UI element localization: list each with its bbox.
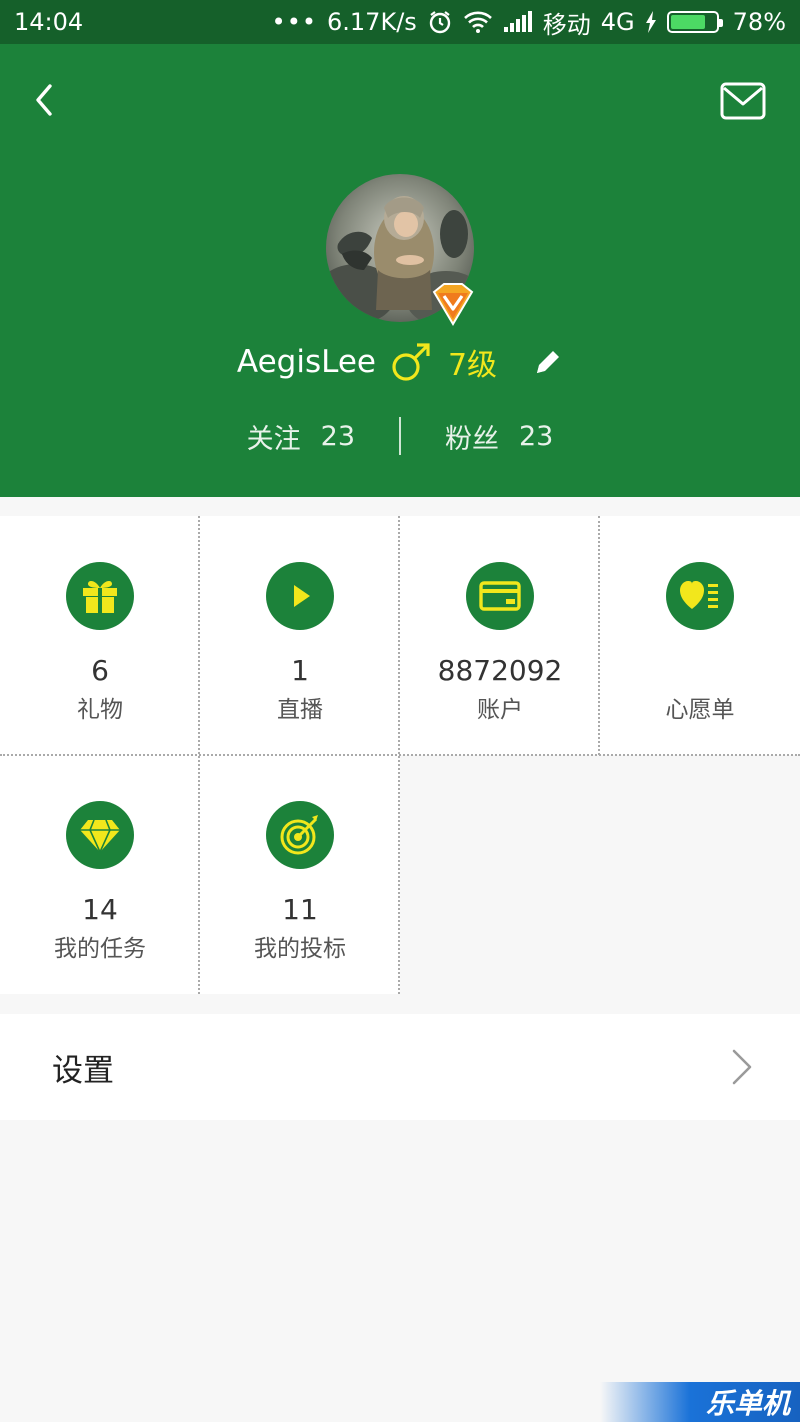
alarm-icon	[427, 9, 453, 35]
gift-icon	[66, 562, 134, 630]
chevron-right-icon	[732, 1049, 752, 1085]
account-balance: 8872092	[437, 654, 563, 687]
charging-icon	[645, 11, 657, 33]
live-label: 直播	[277, 697, 323, 723]
bids-count: 11	[282, 893, 318, 926]
fans-count: 23	[519, 420, 554, 452]
fans-stat[interactable]: 粉丝 23	[445, 417, 553, 456]
wishlist-label: 心愿单	[665, 697, 735, 723]
user-level: 7级	[447, 348, 498, 383]
watermark-logo: 乐单机	[600, 1382, 800, 1422]
target-icon	[266, 801, 334, 869]
grid-item-bids[interactable]: 11 我的投标	[200, 755, 400, 994]
battery-icon	[666, 11, 723, 33]
grid-item-live[interactable]: 1 直播	[200, 516, 400, 755]
back-button[interactable]	[26, 82, 66, 122]
watermark-text: 乐单机	[705, 1387, 790, 1420]
carrier-label: 移动	[542, 10, 591, 39]
message-button[interactable]	[720, 82, 768, 122]
tasks-count: 14	[82, 893, 118, 926]
status-right-group: ••• 6.17K/s 移动 4G 78%	[272, 5, 786, 40]
mail-icon	[720, 82, 766, 120]
edit-profile-button[interactable]	[533, 347, 563, 377]
fans-label: 粉丝	[445, 423, 499, 455]
stats-divider	[399, 417, 401, 455]
follow-stats: 关注 23 粉丝 23	[0, 414, 800, 458]
settings-row[interactable]: 设置	[0, 1014, 800, 1120]
follow-stat[interactable]: 关注 23	[247, 417, 355, 456]
follow-count: 23	[320, 420, 355, 452]
status-dots: •••	[271, 8, 318, 36]
back-arrow-icon	[36, 84, 52, 116]
signal-icon	[503, 11, 533, 33]
status-bar: 14:04 ••• 6.17K/s 移动 4G 78%	[0, 0, 800, 44]
username: AegisLee	[236, 344, 376, 380]
account-label: 账户	[477, 697, 523, 723]
battery-percent: 78%	[732, 8, 786, 36]
pencil-icon	[537, 351, 560, 373]
gift-count: 6	[91, 654, 109, 687]
settings-label: 设置	[52, 1052, 114, 1089]
grid-item-tasks[interactable]: 14 我的任务	[0, 755, 200, 994]
gift-label: 礼物	[77, 697, 123, 723]
wifi-icon	[463, 10, 493, 34]
card-icon	[466, 562, 534, 630]
follow-label: 关注	[246, 423, 301, 455]
user-info-row: AegisLee 7级	[0, 336, 800, 388]
diamond-icon	[66, 801, 134, 869]
grid-item-gift[interactable]: 6 礼物	[0, 516, 200, 755]
network-speed: 6.17K/s	[327, 8, 417, 36]
heart-list-icon	[666, 562, 734, 630]
network-type: 4G	[600, 8, 635, 36]
tasks-label: 我的任务	[54, 936, 146, 962]
feature-grid: 6 礼物 1 直播 8872092 账户 心愿单 14 我的任务 11 我的投标	[0, 516, 800, 994]
status-time: 14:04	[14, 8, 84, 36]
play-icon	[266, 562, 334, 630]
bids-label: 我的投标	[254, 936, 346, 962]
grid-item-account[interactable]: 8872092 账户	[400, 516, 600, 755]
live-count: 1	[291, 654, 309, 687]
vip-badge-icon	[430, 282, 476, 326]
grid-divider-v3	[598, 516, 600, 755]
male-icon	[392, 343, 430, 381]
battery-fill	[670, 15, 705, 29]
grid-item-wishlist[interactable]: 心愿单	[600, 516, 800, 755]
grid-divider-h	[0, 754, 800, 756]
profile-header: AegisLee 7级 关注 23 粉丝 23	[0, 44, 800, 497]
